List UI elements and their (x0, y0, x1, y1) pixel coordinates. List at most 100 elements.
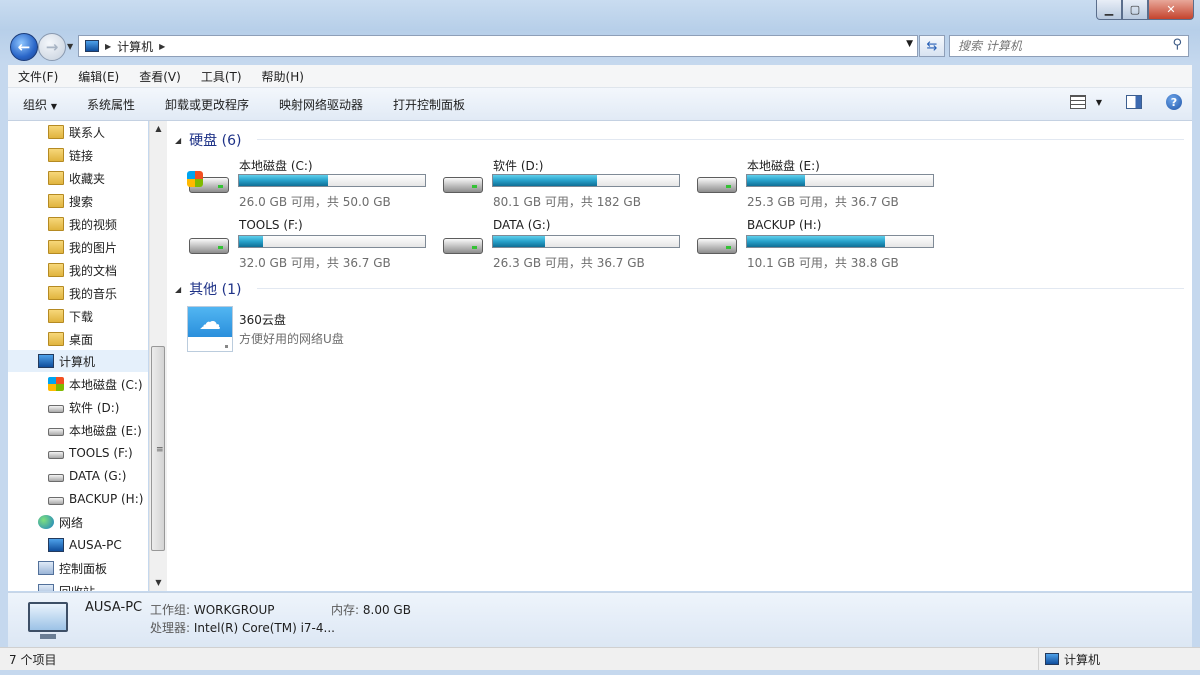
workgroup-row: 工作组: WORKGROUP (150, 601, 275, 618)
nav-item-music[interactable]: 我的音乐 (48, 282, 117, 304)
usage-fill (239, 236, 264, 247)
nav-item-searches[interactable]: 搜索 (48, 190, 93, 212)
organize-button[interactable]: 组织 ▼ (8, 96, 72, 113)
nav-item-downloads[interactable]: 下载 (48, 305, 93, 327)
nav-item-label: 联系人 (69, 125, 106, 140)
drive-tile[interactable]: TOOLS (F:) 32.0 GB 可用，共 36.7 GB (187, 218, 437, 274)
group-header-hard-disks[interactable]: ◢ 硬盘 (6) (175, 130, 241, 150)
menu-file[interactable]: 文件(F) (8, 68, 68, 85)
drive-tile[interactable]: 软件 (D:) 80.1 GB 可用，共 182 GB (441, 157, 691, 213)
minimize-button[interactable]: ▁ (1096, 0, 1122, 20)
view-options-dropdown[interactable]: ▼ (1096, 98, 1102, 107)
drive-free-space: 26.0 GB 可用，共 50.0 GB (239, 195, 391, 209)
cpu-label: 处理器: (150, 621, 191, 635)
usage-bar (238, 174, 426, 187)
collapse-icon[interactable]: ◢ (175, 285, 181, 294)
group-divider (257, 139, 1184, 140)
menu-view[interactable]: 查看(V) (129, 68, 191, 85)
usage-bar (492, 174, 680, 187)
search-folder-icon (48, 194, 64, 208)
history-dropdown[interactable]: ▼ (67, 42, 73, 51)
drive-name: BACKUP (H:) (747, 218, 822, 232)
computer-name: AUSA-PC (85, 600, 143, 615)
uninstall-program-button[interactable]: 卸载或更改程序 (150, 96, 264, 113)
address-dropdown-icon[interactable]: ▼ (906, 39, 913, 49)
cloud-drive-icon[interactable]: ☁ (187, 306, 233, 352)
breadcrumb-separator[interactable]: ▶ (105, 42, 111, 51)
drive-tile[interactable]: 本地磁盘 (C:) 26.0 GB 可用，共 50.0 GB (187, 157, 437, 213)
nav-item-favorites[interactable]: 收藏夹 (48, 167, 105, 189)
scroll-up-icon[interactable]: ▲ (150, 121, 167, 137)
nav-item-drive-e[interactable]: 本地磁盘 (E:) (48, 419, 142, 441)
breadcrumb-separator[interactable]: ▶ (159, 42, 165, 51)
nav-item-ausa-pc[interactable]: AUSA-PC (48, 534, 122, 556)
close-button[interactable]: ✕ (1148, 0, 1194, 20)
nav-item-network[interactable]: 网络 (38, 511, 83, 533)
nav-item-videos[interactable]: 我的视频 (48, 213, 117, 235)
nav-item-drive-g[interactable]: DATA (G:) (48, 465, 126, 487)
usage-bar (746, 235, 934, 248)
content-pane: ◢ 硬盘 (6) 本地磁盘 (C:) 26.0 GB 可用，共 50.0 GB … (167, 121, 1192, 591)
links-icon (48, 148, 64, 162)
nav-item-recycle-bin[interactable]: 回收站 (38, 580, 95, 591)
nav-item-desktop[interactable]: 桌面 (48, 328, 93, 350)
usage-fill (747, 175, 805, 186)
nav-item-label: 我的图片 (69, 240, 118, 255)
map-network-drive-button[interactable]: 映射网络驱动器 (264, 96, 378, 113)
drive-name: 软件 (D:) (493, 159, 544, 173)
menu-tools[interactable]: 工具(T) (191, 68, 252, 85)
usage-fill (747, 236, 885, 247)
scroll-down-icon[interactable]: ▼ (150, 575, 167, 591)
menu-help[interactable]: 帮助(H) (252, 68, 314, 85)
nav-item-drive-c[interactable]: 本地磁盘 (C:) (48, 373, 143, 395)
nav-item-drive-d[interactable]: 软件 (D:) (48, 396, 119, 418)
maximize-button[interactable]: ▢ (1122, 0, 1148, 20)
nav-item-label: DATA (G:) (69, 469, 127, 483)
address-bar[interactable]: ▶ 计算机 ▶ ▼ (78, 35, 918, 57)
computer-icon (1045, 653, 1059, 665)
workgroup-label: 工作组: (150, 603, 191, 617)
drive-icon (48, 474, 64, 482)
nav-item-links[interactable]: 链接 (48, 144, 93, 166)
nav-item-computer[interactable]: 计算机 (8, 350, 148, 372)
nav-scrollbar[interactable]: ▲ ≡ ▼ (149, 121, 167, 591)
nav-item-label: 我的视频 (69, 217, 118, 232)
search-input[interactable] (950, 38, 1160, 54)
collapse-icon[interactable]: ◢ (175, 136, 181, 145)
search-icon[interactable]: ⚲ (1172, 37, 1182, 52)
back-button[interactable]: ← (10, 33, 38, 61)
help-icon[interactable]: ? (1166, 94, 1182, 110)
group-title: 其他 (1) (189, 282, 242, 298)
computer-icon (28, 602, 68, 639)
breadcrumb-computer[interactable]: 计算机 (117, 38, 153, 55)
drive-tile[interactable]: DATA (G:) 26.3 GB 可用，共 36.7 GB (441, 218, 691, 274)
system-properties-button[interactable]: 系统属性 (72, 96, 150, 113)
nav-item-pictures[interactable]: 我的图片 (48, 236, 117, 258)
open-control-panel-button[interactable]: 打开控制面板 (378, 96, 480, 113)
drive-tile[interactable]: 本地磁盘 (E:) 25.3 GB 可用，共 36.7 GB (695, 157, 945, 213)
contacts-icon (48, 125, 64, 139)
music-icon (48, 286, 64, 300)
status-location: 计算机 (1038, 648, 1100, 670)
usage-bar (238, 235, 426, 248)
search-box[interactable]: ⚲ (949, 35, 1189, 57)
forward-button[interactable]: → (38, 33, 66, 61)
drive-tile[interactable]: BACKUP (H:) 10.1 GB 可用，共 38.8 GB (695, 218, 945, 274)
usage-fill (239, 175, 329, 186)
cpu-row: 处理器: Intel(R) Core(TM) i7-4... (150, 619, 335, 636)
menu-edit[interactable]: 编辑(E) (68, 68, 129, 85)
change-view-icon[interactable] (1069, 95, 1086, 109)
scroll-thumb[interactable]: ≡ (151, 346, 165, 551)
refresh-button[interactable]: ⇆ (919, 35, 945, 57)
nav-item-drive-h[interactable]: BACKUP (H:) (48, 488, 143, 510)
nav-item-contacts[interactable]: 联系人 (48, 121, 105, 143)
nav-item-drive-f[interactable]: TOOLS (F:) (48, 442, 133, 464)
windows-logo-icon (187, 171, 203, 187)
nav-item-control-panel[interactable]: 控制面板 (38, 557, 107, 579)
preview-pane-icon[interactable] (1126, 95, 1142, 109)
nav-item-label: 控制面板 (59, 561, 108, 576)
nav-item-documents[interactable]: 我的文档 (48, 259, 117, 281)
cloud-drive-name[interactable]: 360云盘 (239, 311, 286, 328)
group-header-other[interactable]: ◢ 其他 (1) (175, 279, 241, 299)
drive-icon (48, 497, 64, 505)
